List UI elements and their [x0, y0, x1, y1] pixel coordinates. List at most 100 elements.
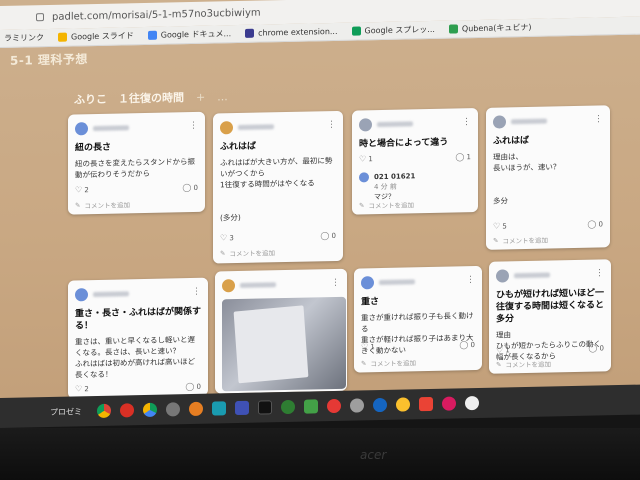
comment-add-icon: ✎	[359, 201, 365, 210]
app-red-icon[interactable]	[120, 403, 134, 418]
avatar	[222, 278, 235, 292]
bookmark-3[interactable]: chrome extension...	[245, 27, 338, 38]
comment-icon[interactable]: ◯	[587, 220, 596, 229]
author-name	[514, 271, 550, 278]
post-card[interactable]: ⋮ 時と場合によって違う ♡ 1 ◯ 1 021 01621 4 分 前 マジ？…	[352, 107, 478, 215]
comment-icon[interactable]: ◯	[320, 231, 329, 240]
app-gray-icon[interactable]	[350, 398, 364, 413]
app-green-icon[interactable]	[281, 399, 295, 415]
docs-icon	[147, 30, 157, 40]
like-count: 1	[505, 345, 510, 354]
post-body: 理由は、 長いほうが、速い？ 多分	[493, 152, 561, 206]
column-more-button[interactable]: ...	[217, 90, 228, 103]
bookmark-0[interactable]: ラミリンク	[4, 32, 44, 44]
app-red2-icon[interactable]	[327, 398, 341, 414]
post-menu-icon[interactable]: ⋮	[327, 120, 336, 130]
add-comment[interactable]: ✎ コメントを追加	[359, 199, 414, 210]
column-header: ふりこ １往復の時間 + ...	[74, 88, 228, 107]
author-name	[377, 120, 413, 127]
comment-count: 0	[196, 382, 201, 391]
drive-icon[interactable]	[143, 402, 157, 418]
comment-count: 0	[599, 343, 604, 352]
add-comment[interactable]: ✎ コメントを追加	[220, 247, 275, 258]
heart-icon[interactable]: ♡	[75, 185, 82, 194]
avatar	[361, 275, 374, 289]
monitor-bezel	[0, 428, 640, 480]
avatar	[359, 172, 369, 183]
app-orange-icon[interactable]	[189, 401, 203, 417]
post-card[interactable]: ⋮ 重さ 重さが重ければ振り子も長く動ける 重さが軽ければ振り子はあまり大きく動…	[354, 265, 482, 373]
post-title: 重さ・長さ・ふれはばが関係する！	[75, 306, 202, 332]
post-menu-icon[interactable]: ⋮	[462, 117, 471, 127]
comment-add-icon: ✎	[493, 236, 499, 245]
chrome-icon[interactable]	[97, 403, 111, 418]
author-name	[93, 124, 129, 131]
app-darkblue-icon[interactable]	[373, 397, 387, 413]
post-card[interactable]: ⋮ ふれはば ふれはばが大きい方が、最初に勢いがつくから 1往復する時間がはやく…	[213, 110, 343, 264]
heart-icon[interactable]: ♡	[493, 222, 500, 231]
add-comment[interactable]: ✎ コメントを追加	[496, 358, 551, 369]
post-menu-icon[interactable]: ⋮	[595, 268, 604, 278]
post-menu-icon[interactable]: ⋮	[331, 278, 340, 288]
heart-icon[interactable]: ♡	[359, 154, 366, 163]
comment-icon[interactable]: ◯	[455, 152, 464, 161]
like-count: 5	[502, 221, 507, 230]
heart-icon[interactable]: ♡	[361, 342, 368, 351]
post-card-image[interactable]: ⋮	[215, 268, 347, 394]
author-name	[379, 278, 415, 285]
gmail-icon[interactable]	[419, 396, 433, 412]
app-pink-icon[interactable]	[442, 396, 456, 411]
app-black-icon[interactable]	[258, 400, 272, 415]
heart-icon[interactable]: ♡	[75, 384, 82, 393]
column-add-button[interactable]: +	[196, 90, 205, 103]
post-body: 紐の長さを変えたらスタンドから振動が伝わりそうだから	[75, 156, 195, 180]
post-menu-icon[interactable]: ⋮	[466, 275, 475, 285]
avatar	[493, 114, 506, 129]
post-footer: ♡ 1 ◯ 1	[359, 152, 471, 163]
post-title: ひもが短ければ短いほど一往復する時間は短くなると多分	[496, 288, 605, 325]
bookmark-4[interactable]: Google スプレッ...	[351, 24, 435, 37]
author-name	[93, 290, 129, 297]
post-body: 重さは、重いと早くなるし軽いと遅くなる。長さは、長いと速い？ ふれはばは初めが高…	[75, 334, 195, 380]
dots-icon[interactable]	[166, 402, 180, 417]
post-card[interactable]: ⋮ 紐の長さ 紐の長さを変えたらスタンドから振動が伝わりそうだから ♡ 2 ◯ …	[68, 111, 205, 215]
comment-icon[interactable]: ◯	[588, 343, 597, 352]
like-count: 1	[370, 342, 375, 351]
avatar	[359, 117, 372, 131]
bookmark-1[interactable]: Google スライド	[58, 30, 134, 43]
taskbar-label: プロゼミ	[50, 406, 82, 417]
url-text[interactable]: padlet.com/morisai/5-1-m57no3ucbiwiym	[52, 7, 261, 22]
app-teal-icon[interactable]	[212, 401, 226, 416]
sheets-icon	[351, 26, 361, 36]
comment-count: 0	[331, 231, 336, 240]
post-card[interactable]: ⋮ 重さ・長さ・ふれはばが関係する！ 重さは、重いと早くなるし軽いと遅くなる。長…	[68, 277, 208, 399]
post-menu-icon[interactable]: ⋮	[189, 121, 198, 131]
app-white-icon[interactable]	[465, 395, 479, 411]
post-photo[interactable]	[222, 296, 346, 392]
bookmark-5[interactable]: Qubena(キュビナ)	[448, 22, 532, 35]
app-green2-icon[interactable]	[304, 399, 318, 414]
add-comment[interactable]: ✎ コメントを追加	[361, 357, 416, 368]
qubena-icon	[448, 24, 458, 34]
post-body: ふれはばが大きい方が、最初に勢いがつくから 1往復する時間がはやくなる (多分)	[220, 156, 333, 223]
app-yellow-icon[interactable]	[396, 397, 410, 412]
comment-add-icon: ✎	[496, 360, 502, 369]
post-menu-icon[interactable]: ⋮	[192, 287, 201, 297]
heart-icon[interactable]: ♡	[220, 233, 227, 242]
post-menu-icon[interactable]: ⋮	[594, 114, 603, 124]
like-count: 2	[84, 384, 89, 393]
post-footer: ♡ 2 ◯ 0	[75, 382, 201, 393]
add-comment[interactable]: ✎ コメントを追加	[493, 235, 548, 246]
screen: padlet.com/morisai/5-1-m57no3ucbiwiym ラミ…	[0, 0, 640, 421]
like-count: 2	[84, 185, 89, 194]
add-comment[interactable]: ✎ コメントを追加	[75, 199, 130, 210]
comment-icon[interactable]: ◯	[185, 382, 194, 391]
comment-icon[interactable]: ◯	[459, 340, 468, 349]
app-blue-icon[interactable]	[235, 400, 249, 416]
acer-logo: acer	[360, 448, 387, 462]
heart-icon[interactable]: ♡	[496, 345, 503, 354]
bookmark-2[interactable]: Google ドキュメ...	[147, 28, 231, 41]
post-card[interactable]: ⋮ ふれはば 理由は、 長いほうが、速い？ 多分 ♡ 5 ◯ 0 ✎ コメントを追…	[486, 105, 610, 250]
comment-icon[interactable]: ◯	[182, 183, 191, 192]
post-card[interactable]: ⋮ ひもが短ければ短いほど一往復する時間は短くなると多分 理由 ひもが短かったら…	[489, 259, 611, 374]
